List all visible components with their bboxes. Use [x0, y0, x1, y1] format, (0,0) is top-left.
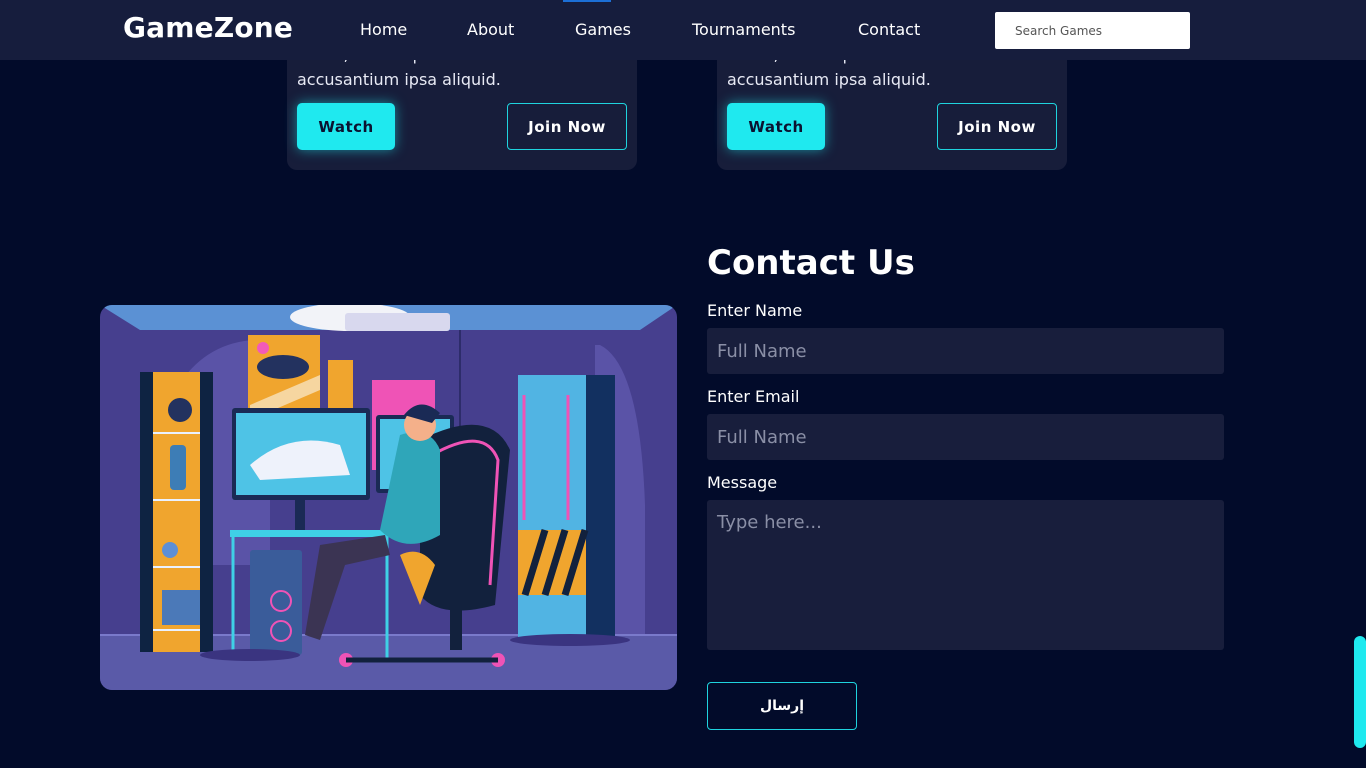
- join-now-button[interactable]: Join Now: [937, 103, 1057, 150]
- watch-button[interactable]: Watch: [297, 103, 395, 150]
- name-label: Enter Name: [707, 301, 803, 320]
- gaming-room-illustration: [100, 305, 677, 690]
- logo[interactable]: GameZone: [123, 11, 293, 44]
- active-nav-indicator: [563, 0, 611, 2]
- email-label: Enter Email: [707, 387, 800, 406]
- contact-title: Contact Us: [707, 243, 915, 283]
- join-now-button[interactable]: Join Now: [507, 103, 627, 150]
- nav-link-home[interactable]: Home: [360, 20, 407, 39]
- name-field[interactable]: [707, 328, 1224, 374]
- navbar: GameZone Home About Games Tournaments Co…: [0, 0, 1366, 60]
- scrollbar-thumb[interactable]: [1354, 636, 1366, 748]
- message-field[interactable]: [707, 500, 1224, 650]
- nav-link-games[interactable]: Games: [575, 20, 631, 39]
- email-field[interactable]: [707, 414, 1224, 460]
- submit-button[interactable]: إرسال: [707, 682, 857, 730]
- nav-link-contact[interactable]: Contact: [858, 20, 920, 39]
- search-input[interactable]: [995, 12, 1190, 49]
- nav-link-about[interactable]: About: [467, 20, 514, 39]
- message-label: Message: [707, 473, 778, 492]
- watch-button[interactable]: Watch: [727, 103, 825, 150]
- nav-link-tournaments[interactable]: Tournaments: [692, 20, 795, 39]
